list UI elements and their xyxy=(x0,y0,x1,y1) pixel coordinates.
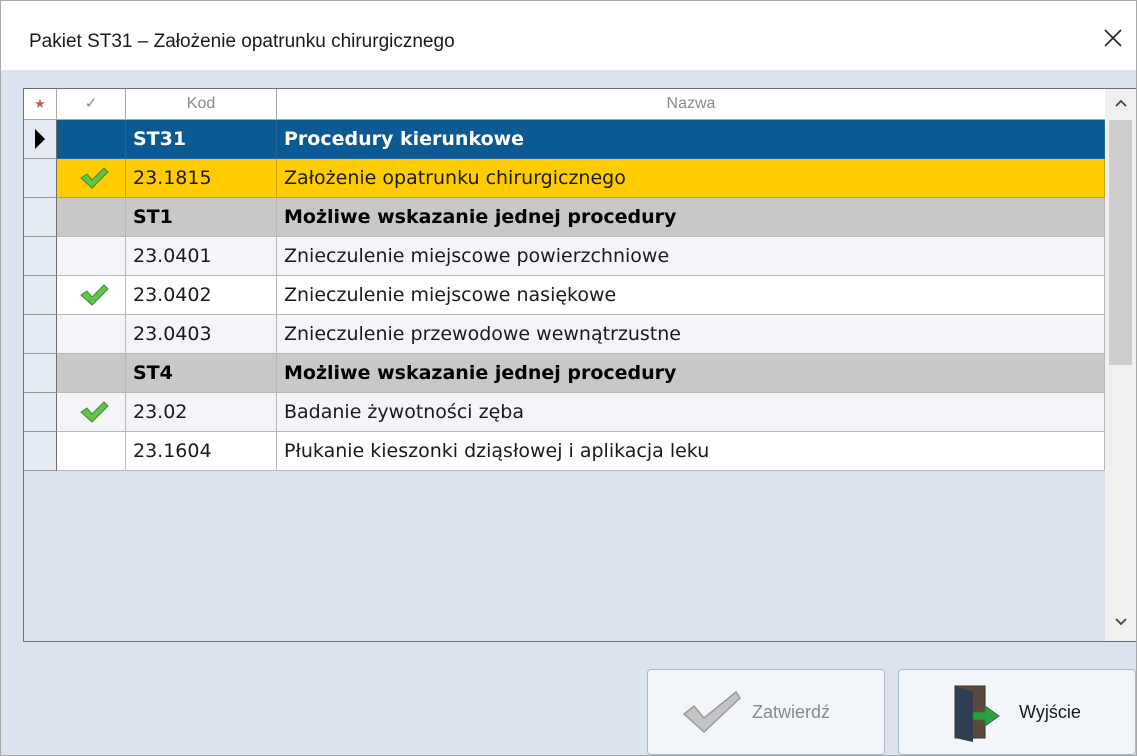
row-check-cell[interactable] xyxy=(57,237,126,276)
row-indicator[interactable] xyxy=(24,432,57,471)
row-indicator[interactable] xyxy=(24,393,57,432)
grid-header: ★ ✓ Kod Nazwa xyxy=(24,89,1105,120)
row-check-cell[interactable] xyxy=(57,120,126,159)
row-check-cell[interactable] xyxy=(57,432,126,471)
row-kod[interactable]: 23.0401 xyxy=(126,237,277,276)
scroll-up-icon[interactable] xyxy=(1113,95,1129,111)
table-row[interactable]: ST4 Możliwe wskazanie jednej procedury xyxy=(24,354,1105,393)
row-indicator[interactable] xyxy=(24,237,57,276)
row-kod[interactable]: ST1 xyxy=(126,198,277,237)
exit-button[interactable]: Wyjście xyxy=(898,669,1136,755)
vertical-scrollbar[interactable] xyxy=(1105,89,1136,641)
close-icon xyxy=(1104,29,1122,47)
exit-button-label: Wyjście xyxy=(1019,702,1081,722)
check-icon xyxy=(80,167,109,189)
check-icon xyxy=(682,690,741,734)
table-row[interactable]: 23.0401 Znieczulenie miejscowe powierzchn… xyxy=(24,237,1105,276)
current-row-arrow-icon xyxy=(35,129,45,149)
window-title: Pakiet ST31 – Założenie opatrunku chirur… xyxy=(29,31,455,52)
header-check[interactable]: ✓ xyxy=(57,89,126,119)
table-row[interactable]: 23.1815 Założenie opatrunku chirurgiczneg… xyxy=(24,159,1105,198)
table-row[interactable]: 23.02 Badanie żywotności zęba xyxy=(24,393,1105,432)
row-nazwa[interactable]: Możliwe wskazanie jednej procedury xyxy=(277,198,1105,237)
row-nazwa[interactable]: Założenie opatrunku chirurgicznego xyxy=(277,159,1105,198)
header-nazwa[interactable]: Nazwa xyxy=(277,89,1105,119)
row-nazwa[interactable]: Badanie żywotności zęba xyxy=(277,393,1105,432)
row-check-cell[interactable] xyxy=(57,276,126,315)
dialog-window: Pakiet ST31 – Założenie opatrunku chirur… xyxy=(0,0,1137,756)
row-check-cell[interactable] xyxy=(57,315,126,354)
row-indicator[interactable] xyxy=(24,198,57,237)
table-row[interactable]: ST1 Możliwe wskazanie jednej procedury xyxy=(24,198,1105,237)
row-nazwa[interactable]: Znieczulenie miejscowe powierzchniowe xyxy=(277,237,1105,276)
row-kod[interactable]: ST31 xyxy=(126,120,277,159)
row-nazwa[interactable]: Znieczulenie miejscowe nasiękowe xyxy=(277,276,1105,315)
row-indicator[interactable] xyxy=(24,276,57,315)
table-row[interactable]: 23.1604 Płukanie kieszonki dziąsłowej i a… xyxy=(24,432,1105,471)
row-check-cell[interactable] xyxy=(57,198,126,237)
table-row[interactable]: 23.0402 Znieczulenie miejscowe nasiękowe xyxy=(24,276,1105,315)
header-star: ★ xyxy=(24,89,57,119)
header-kod[interactable]: Kod xyxy=(126,89,277,119)
row-kod[interactable]: 23.0402 xyxy=(126,276,277,315)
scroll-down-icon[interactable] xyxy=(1113,614,1129,630)
row-check-cell[interactable] xyxy=(57,159,126,198)
procedures-grid[interactable]: ★ ✓ Kod Nazwa ST31 Procedury kierunkowe 23… xyxy=(23,88,1136,642)
row-nazwa[interactable]: Znieczulenie przewodowe wewnątrzustne xyxy=(277,315,1105,354)
table-row[interactable]: ST31 Procedury kierunkowe xyxy=(24,120,1105,159)
row-check-cell[interactable] xyxy=(57,354,126,393)
check-icon xyxy=(80,401,109,423)
row-indicator[interactable] xyxy=(24,120,57,159)
title-bar: Pakiet ST31 – Założenie opatrunku chirur… xyxy=(1,1,1136,70)
row-check-cell[interactable] xyxy=(57,393,126,432)
confirm-button-label: Zatwierdź xyxy=(752,702,831,722)
row-kod[interactable]: 23.0403 xyxy=(126,315,277,354)
row-indicator[interactable] xyxy=(24,159,57,198)
close-button[interactable] xyxy=(1096,21,1130,55)
row-indicator[interactable] xyxy=(24,315,57,354)
row-nazwa[interactable]: Możliwe wskazanie jednej procedury xyxy=(277,354,1105,393)
row-nazwa[interactable]: Procedury kierunkowe xyxy=(277,120,1105,159)
row-kod[interactable]: ST4 xyxy=(126,354,277,393)
row-kod[interactable]: 23.02 xyxy=(126,393,277,432)
check-icon xyxy=(80,284,109,306)
confirm-button[interactable]: Zatwierdź xyxy=(647,669,885,755)
table-row[interactable]: 23.0403 Znieczulenie przewodowe wewnątrzu… xyxy=(24,315,1105,354)
row-kod[interactable]: 23.1604 xyxy=(126,432,277,471)
row-nazwa[interactable]: Płukanie kieszonki dziąsłowej i aplikacj… xyxy=(277,432,1105,471)
row-kod[interactable]: 23.1815 xyxy=(126,159,277,198)
exit-door-icon xyxy=(954,685,1000,742)
row-indicator[interactable] xyxy=(24,354,57,393)
scrollbar-thumb[interactable] xyxy=(1109,120,1132,365)
